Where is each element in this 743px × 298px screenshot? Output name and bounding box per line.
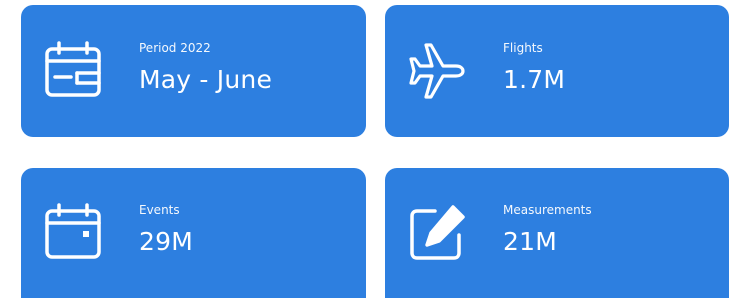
card-value: 29M (139, 227, 193, 256)
card-value: 1.7M (503, 65, 566, 94)
calendar-event-icon (41, 201, 105, 265)
edit-icon (405, 201, 469, 265)
card-label: Flights (503, 41, 543, 55)
card-value: May - June (139, 65, 273, 94)
card-label: Period 2022 (139, 41, 211, 55)
stat-card-events: Events 29M (21, 168, 366, 298)
airplane-icon (405, 39, 469, 103)
stat-card-period: Period 2022 May - June (21, 5, 366, 137)
card-label: Events (139, 203, 180, 217)
stat-card-flights: Flights 1.7M (385, 5, 729, 137)
card-label: Measurements (503, 203, 592, 217)
stat-card-measurements: Measurements 21M (385, 168, 729, 298)
calendar-period-icon (41, 39, 105, 103)
card-value: 21M (503, 227, 557, 256)
